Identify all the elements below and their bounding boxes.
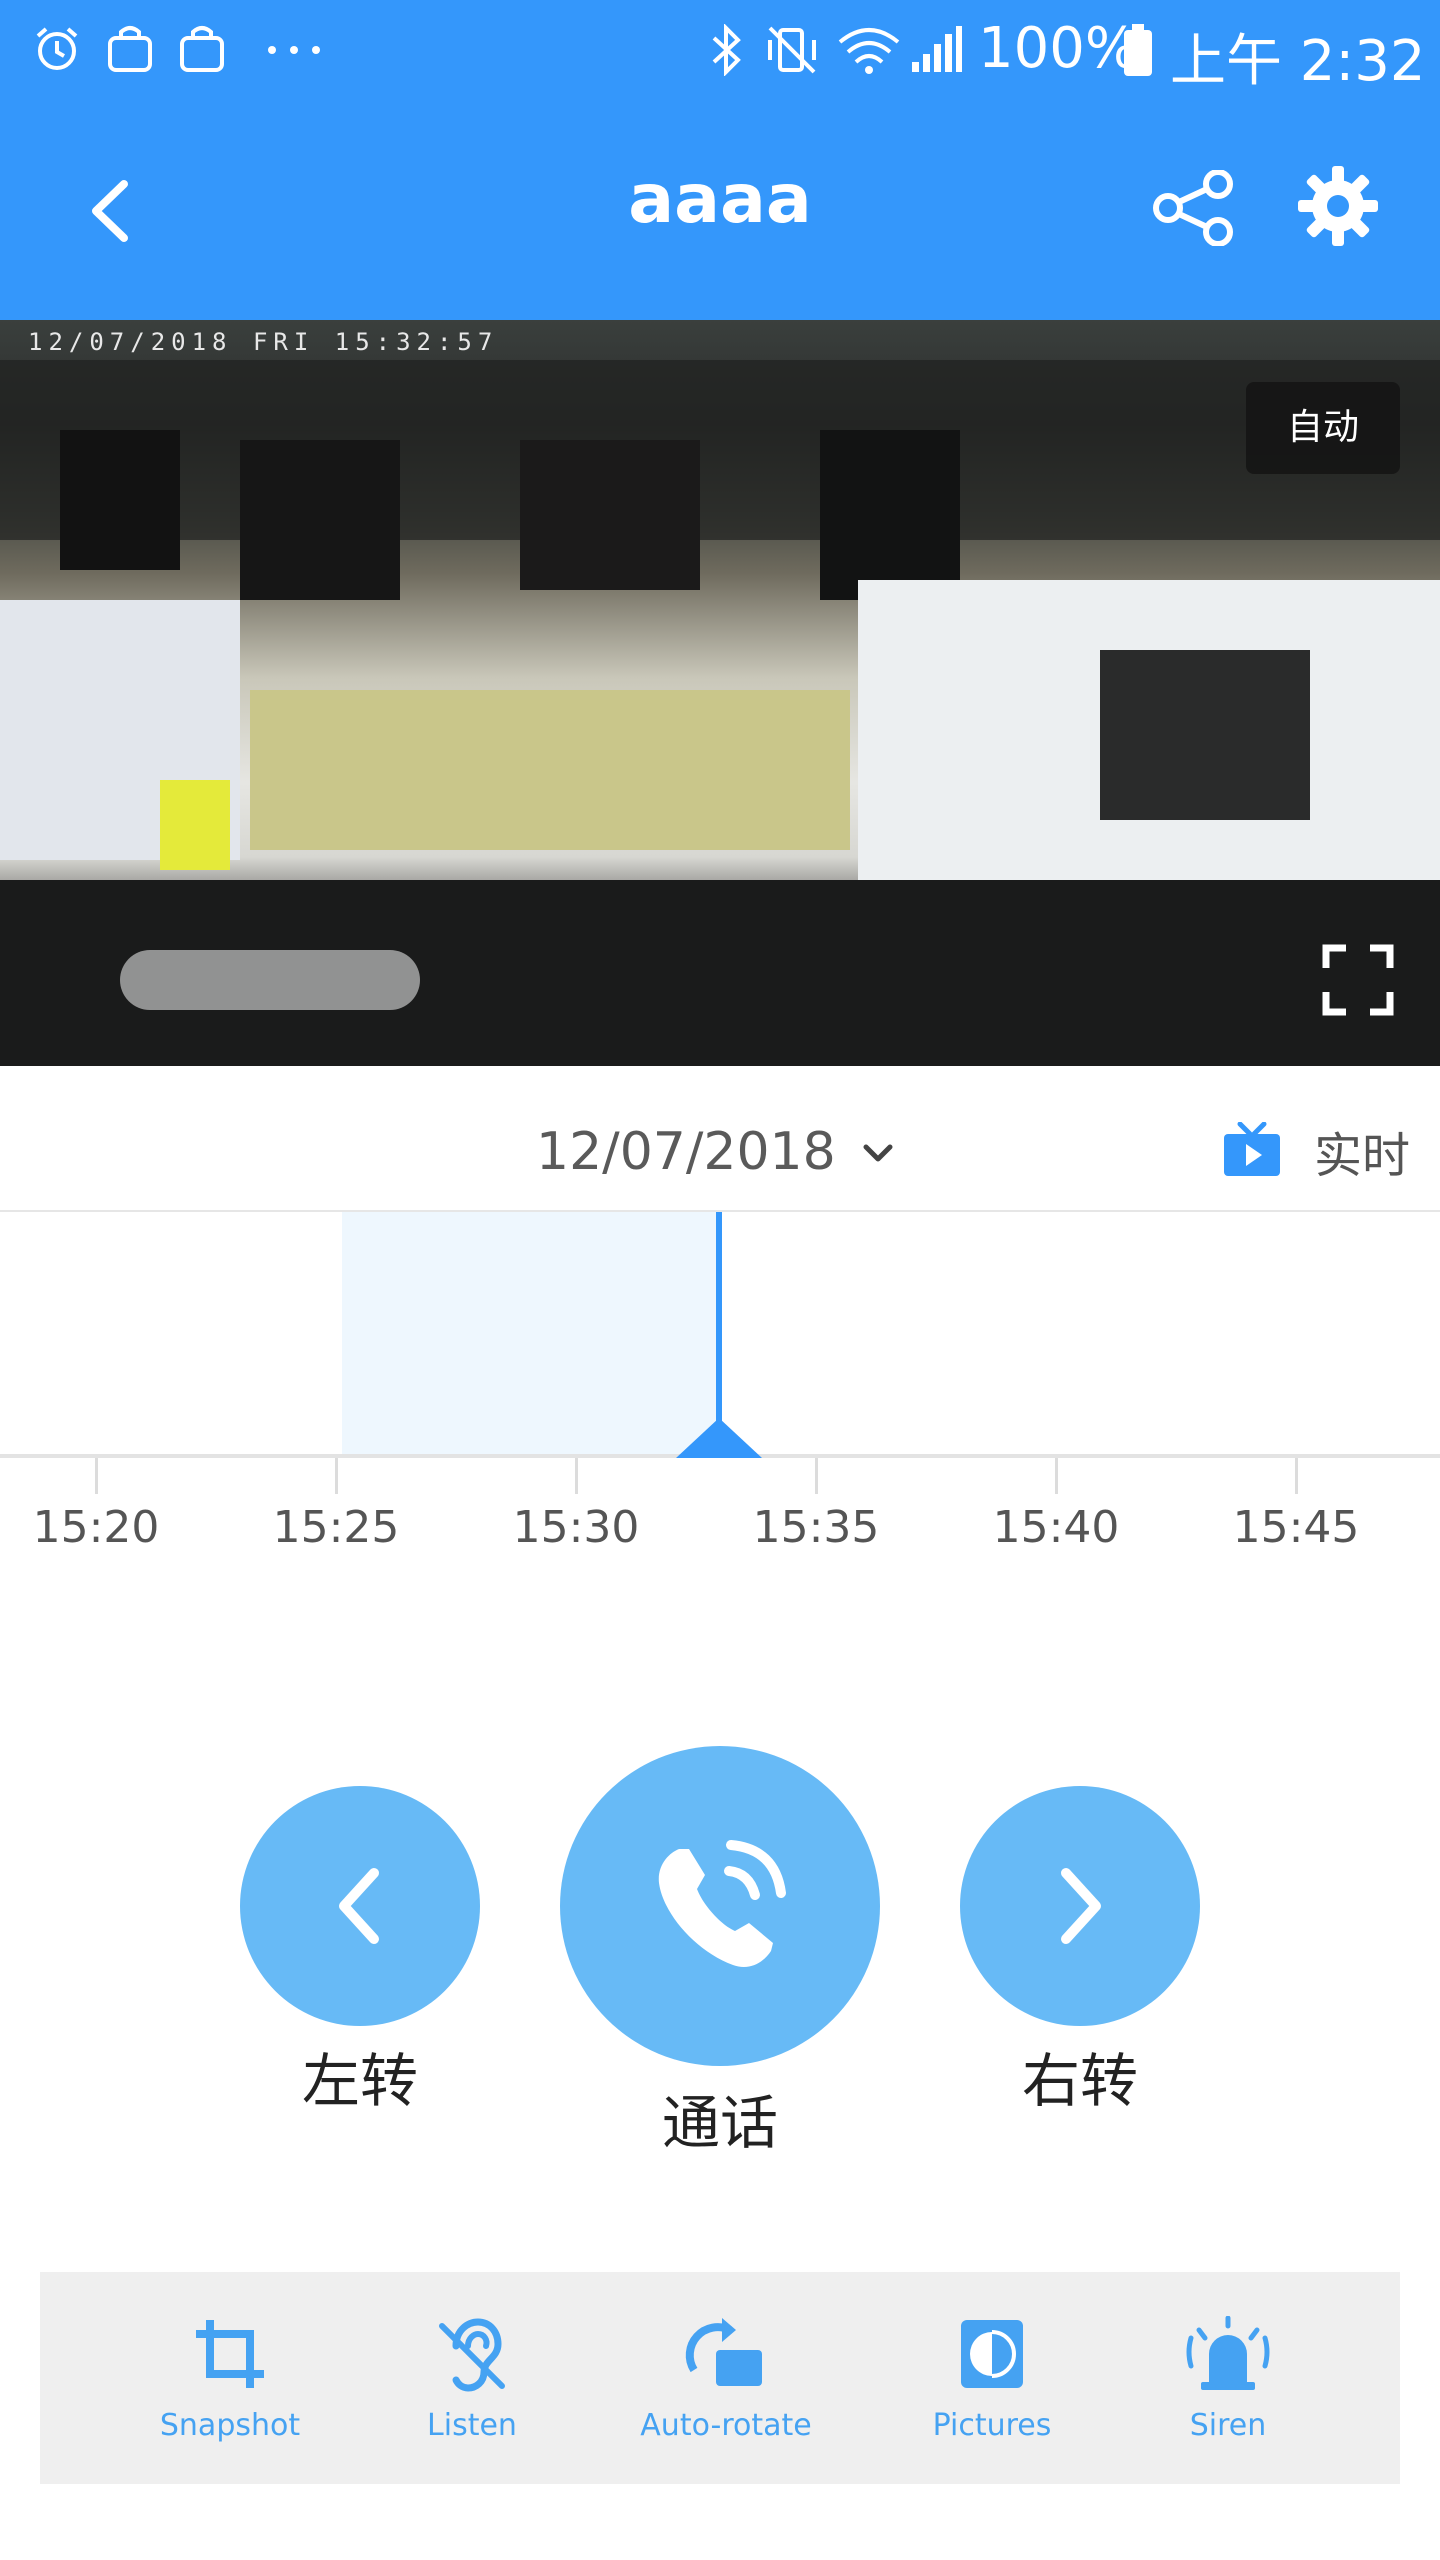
listen-button[interactable]: Listen xyxy=(362,2272,582,2484)
live-label[interactable]: 实时 xyxy=(1314,1116,1410,1186)
vibrate-mute-icon xyxy=(764,24,820,80)
bluetooth-icon xyxy=(708,23,744,80)
pictures-label: Pictures xyxy=(932,2408,1052,2443)
date-selector[interactable]: 12/07/2018 xyxy=(536,1122,836,1182)
camera-scene-object xyxy=(240,440,400,600)
timeline-tick-label: 15:35 xyxy=(752,1502,880,1553)
pan-right-button[interactable] xyxy=(960,1786,1200,2026)
camera-overlay-timestamp: 12/07/2018 FRI 15:32:57 xyxy=(28,328,499,356)
shopping-bag-icon xyxy=(178,24,226,78)
chevron-left-icon xyxy=(339,1868,379,1944)
camera-scene-object xyxy=(160,780,230,870)
chevron-down-icon xyxy=(863,1144,893,1162)
timeline-tick xyxy=(95,1458,98,1494)
camera-scene-ceiling xyxy=(0,360,1440,540)
talk-button[interactable] xyxy=(560,1746,880,2066)
share-icon xyxy=(1153,169,1233,247)
camera-scene-shelves xyxy=(250,690,850,850)
auto-rotate-button[interactable]: Auto-rotate xyxy=(616,2272,836,2484)
timeline-tick xyxy=(335,1458,338,1494)
camera-scene-object xyxy=(820,430,960,600)
pan-left-button[interactable] xyxy=(240,1786,480,2026)
more-dots-icon xyxy=(264,30,324,74)
gear-icon xyxy=(1298,166,1378,246)
auto-mode-badge[interactable]: 自动 xyxy=(1246,382,1400,474)
camera-scene-glare xyxy=(120,950,420,1010)
timeline-tick xyxy=(1295,1458,1298,1494)
timeline-tick-label: 15:25 xyxy=(272,1502,400,1553)
camera-scene-tv xyxy=(1100,650,1310,820)
auto-rotate-label: Auto-rotate xyxy=(640,2408,812,2443)
triangle-marker-icon xyxy=(676,1418,762,1458)
share-button[interactable] xyxy=(1152,169,1236,250)
playhead-handle[interactable] xyxy=(676,1418,762,1462)
status-time: 上午 2:32 xyxy=(1170,29,1426,94)
snapshot-button[interactable]: Snapshot xyxy=(120,2272,340,2484)
fullscreen-button[interactable] xyxy=(1322,944,1394,1020)
playback-timeline[interactable]: 15:20 15:25 15:30 15:35 15:40 15:45 xyxy=(0,1212,1440,1572)
app-header: aaaa xyxy=(0,100,1440,320)
battery-icon xyxy=(1122,24,1154,82)
alarm-icon xyxy=(32,24,82,78)
timeline-tick xyxy=(815,1458,818,1494)
phone-call-icon xyxy=(658,1840,786,1968)
siren-label: Siren xyxy=(1189,2408,1267,2443)
shopping-bag-icon xyxy=(106,24,154,78)
pictures-icon xyxy=(961,2320,1023,2388)
fullscreen-icon xyxy=(1322,944,1394,1016)
snapshot-label: Snapshot xyxy=(159,2408,301,2443)
listen-label: Listen xyxy=(427,2408,517,2443)
live-tv-icon xyxy=(1224,1121,1280,1176)
crop-icon xyxy=(196,2320,264,2388)
rotate-icon xyxy=(685,2318,762,2386)
signal-icon xyxy=(908,24,964,80)
battery-percent: 100% xyxy=(978,16,1139,81)
pan-right-label: 右转 xyxy=(1021,2047,1138,2115)
siren-icon xyxy=(1186,2316,1270,2390)
timeline-tick-label: 15:40 xyxy=(992,1502,1120,1553)
camera-scene-object xyxy=(520,440,700,590)
date-dropdown-button[interactable] xyxy=(862,1142,894,1170)
pan-left-label: 左转 xyxy=(301,2047,418,2115)
siren-button[interactable]: Siren xyxy=(1118,2272,1338,2484)
settings-button[interactable] xyxy=(1296,164,1380,252)
camera-video-feed[interactable]: 12/07/2018 FRI 15:32:57 自动 xyxy=(0,320,1440,1066)
ear-icon xyxy=(439,2318,505,2392)
timeline-tick xyxy=(575,1458,578,1494)
pictures-button[interactable]: Pictures xyxy=(882,2272,1102,2484)
timeline-tick-label: 15:45 xyxy=(1232,1502,1360,1553)
timeline-tick xyxy=(1055,1458,1058,1494)
live-button[interactable] xyxy=(1222,1121,1282,1184)
date-selector-row: 12/07/2018 实时 xyxy=(0,1066,1440,1212)
status-bar: 100% 上午 2:32 xyxy=(0,0,1440,100)
timeline-tick-label: 15:30 xyxy=(512,1502,640,1553)
camera-scene-object xyxy=(60,430,180,570)
chevron-right-icon xyxy=(1061,1868,1101,1944)
recorded-segment[interactable] xyxy=(342,1212,720,1456)
wifi-icon xyxy=(836,24,902,80)
timeline-tick-label: 15:20 xyxy=(32,1502,160,1553)
bottom-toolbar: Snapshot Listen Auto-rotate Pictures Sir… xyxy=(40,2272,1400,2484)
talk-label: 通话 xyxy=(661,2089,778,2157)
